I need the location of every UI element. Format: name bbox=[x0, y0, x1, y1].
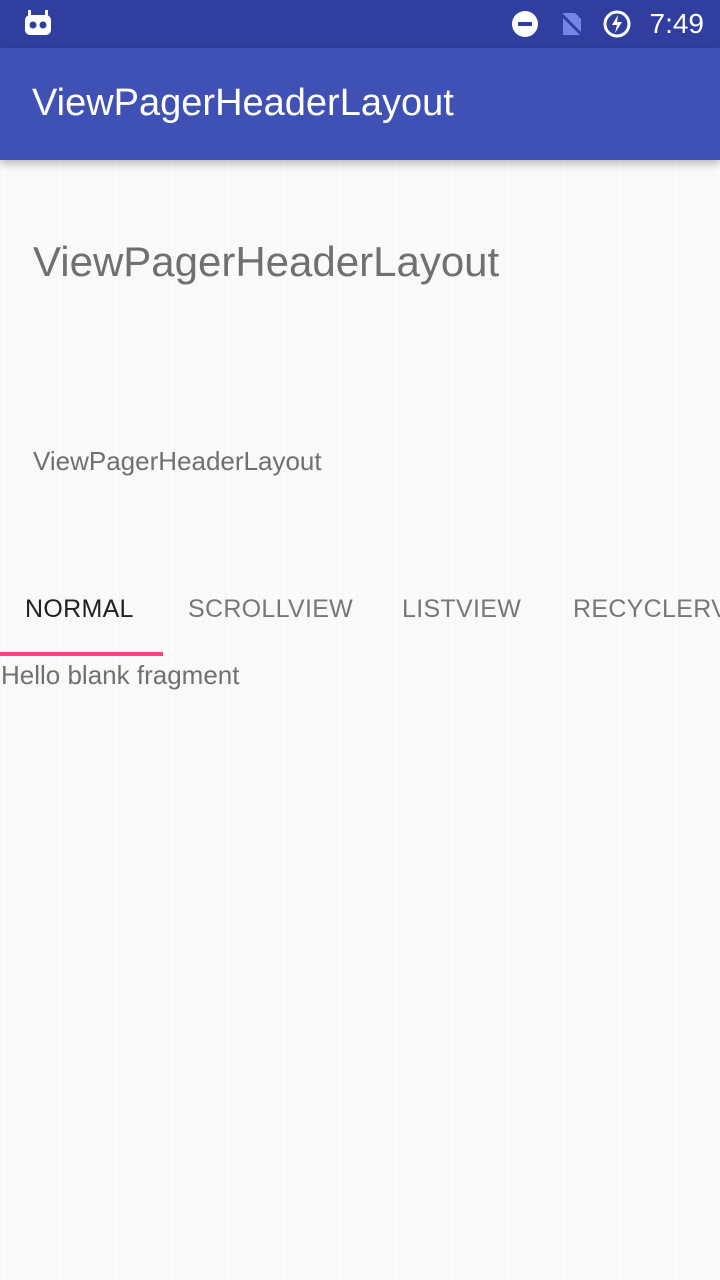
tab-recyclerview[interactable]: RECYCLERVIEW bbox=[573, 576, 720, 650]
tab-strip[interactable]: NORMAL SCROLLVIEW LISTVIEW RECYCLERVIEW bbox=[0, 576, 720, 656]
main-content[interactable]: ViewPagerHeaderLayout ViewPagerHeaderLay… bbox=[0, 160, 720, 1280]
do-not-disturb-icon bbox=[511, 11, 538, 37]
tab-indicator bbox=[0, 652, 163, 656]
no-sim-icon bbox=[558, 11, 584, 38]
battery-charging-icon bbox=[603, 10, 630, 38]
tab-listview[interactable]: LISTVIEW bbox=[402, 576, 521, 650]
tab-scrollview[interactable]: SCROLLVIEW bbox=[188, 576, 353, 650]
android-debug-icon bbox=[25, 10, 51, 35]
tab-normal[interactable]: NORMAL bbox=[25, 576, 134, 650]
fragment-text: Hello blank fragment bbox=[1, 660, 240, 690]
status-time: 7:49 bbox=[649, 8, 705, 39]
status-bar: 7:49 bbox=[0, 0, 720, 48]
app-bar-title: ViewPagerHeaderLayout bbox=[32, 82, 454, 124]
header-subtitle: ViewPagerHeaderLayout bbox=[33, 446, 322, 476]
app-bar: ViewPagerHeaderLayout bbox=[0, 48, 720, 160]
header-title: ViewPagerHeaderLayout bbox=[33, 238, 500, 285]
